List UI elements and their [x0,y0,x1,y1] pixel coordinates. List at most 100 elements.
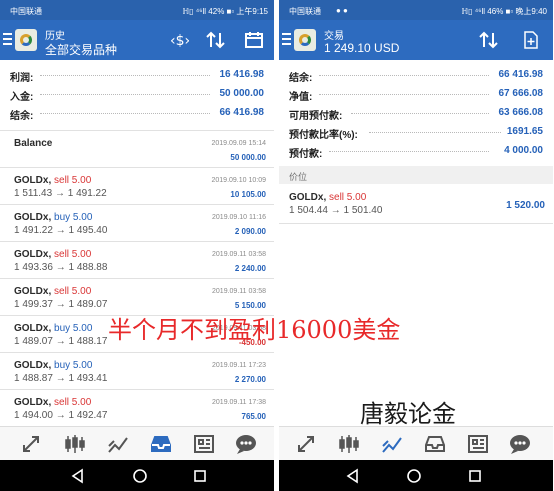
chat-icon[interactable] [234,433,258,455]
deal-symbol: GOLDx, [14,175,52,186]
bottom-tab-bar [279,426,553,460]
position-profit: 1 520.00 [506,200,545,211]
status-indicators: ℍ▯ ⁴⁶ll 46% ■▫ 晚上9:40 [461,7,547,16]
positions-section-header: 价位 [279,166,553,184]
summary-value: 66 416.98 [219,107,265,118]
chart-icon[interactable] [106,433,130,455]
summary-row-free-margin: 可用预付款: 63 666.08 [279,104,553,122]
bottom-tab-bar [0,426,274,460]
summary-value: 67 666.08 [498,88,544,99]
summary-value: 16 416.98 [219,69,265,80]
candlesticks-icon[interactable] [63,433,87,455]
deal-time: 2019.09.10 11:16 [212,214,266,221]
carrier-label: 中国联通 [289,7,321,16]
deal-symbol: GOLDx, [14,360,52,371]
summary-value: 4 000.00 [504,145,543,156]
arrows-icon[interactable] [295,433,319,455]
summary-row-profit: 利润: 16 416.98 [0,66,274,84]
currency-switch-icon[interactable]: ‹$› [166,31,190,52]
home-icon[interactable] [404,466,424,486]
app-logo-icon [15,29,37,51]
status-bar: 中国联通 ● ● ℍ▯ ⁴⁶ll 46% ■▫ 晚上9:40 [279,0,553,20]
inbox-icon[interactable] [423,433,447,455]
deal-symbol: GOLDx, [14,397,52,408]
deal-amount: 50 000.00 [230,153,266,162]
calendar-icon[interactable] [242,31,266,52]
menu-icon[interactable] [3,33,12,45]
sort-icon[interactable] [477,31,501,52]
news-icon[interactable] [466,433,490,455]
deal-symbol: GOLDx, [14,286,52,297]
deal-prices: 1 491.22 → 1 495.40 [14,225,108,236]
deal-side: sell 5.00 [54,397,92,408]
summary-label: 净值: [289,92,313,103]
app-header: 历史 全部交易品种 ‹$› [0,20,274,60]
deal-time: 2019.09.11 03:58 [212,288,266,295]
status-bar: 中国联通 ℍ▯ ⁴⁶ll 42% ■▫ 上午9:15 [0,0,274,20]
balance-row[interactable]: Balance 2019.09.09 15:14 50 000.00 [0,130,274,167]
home-icon[interactable] [130,466,150,486]
header-equity: 1 249.10 USD [324,41,400,55]
history-screen: 中国联通 ℍ▯ ⁴⁶ll 42% ■▫ 上午9:15 历史 全部交易品种 ‹$›… [0,0,274,491]
arrows-icon[interactable] [20,433,44,455]
deal-prices: 1 511.43 → 1 491.22 [14,188,107,199]
deal-prices: 1 499.37 → 1 489.07 [14,299,108,310]
deal-side: sell 5.00 [54,249,92,260]
app-header: 交易 1 249.10 USD [279,20,553,60]
summary-label: 结余: [10,111,34,122]
deal-time: 2019.09.10 10:09 [211,177,267,184]
deal-side: sell 5.00 [54,286,92,297]
deal-row[interactable]: GOLDx, sell 5.00 1 494.00 → 1 492.47 201… [0,389,274,426]
android-nav-bar [279,460,553,491]
summary-label: 结余: [289,73,313,84]
deal-symbol: GOLDx, [14,249,52,260]
summary-row-balance: 结余: 66 416.98 [279,66,553,84]
sort-icon[interactable] [204,31,228,52]
deal-symbol: GOLDx, [14,212,52,223]
deal-time: 2019.09.11 03:58 [212,251,266,258]
status-indicators: ℍ▯ ⁴⁶ll 42% ■▫ 上午9:15 [182,7,268,16]
deal-time: 2019.09.11 17:38 [212,399,266,406]
inbox-icon[interactable] [149,433,173,455]
deal-prices: 1 489.07 → 1 488.17 [14,336,108,347]
chat-icon[interactable] [508,433,532,455]
profit-caption-overlay: 半个月不到盈利16000美金 [108,316,401,344]
summary-label: 可用预付款: [289,111,343,122]
menu-icon[interactable] [282,33,291,45]
deal-side: sell 5.00 [54,175,92,186]
deal-time: 2019.09.11 17:23 [212,362,266,369]
summary-value: 50 000.00 [219,88,265,99]
deal-row[interactable]: GOLDx, sell 5.00 1 511.43 → 1 491.22 201… [0,167,274,204]
deal-time: 2019.09.09 15:14 [211,140,267,147]
summary-label: 利润: [10,73,34,84]
position-symbol: GOLDx, [289,192,327,203]
news-icon[interactable] [192,433,216,455]
back-icon[interactable] [68,466,88,486]
section-title: 价位 [289,172,308,182]
position-row[interactable]: GOLDx, sell 5.00 1 504.44 → 1 501.40 1 5… [279,186,553,224]
deal-profit: 2 270.00 [234,375,266,384]
deal-profit: 10 105.00 [230,190,266,199]
deal-side: buy 5.00 [54,323,93,334]
deal-row[interactable]: GOLDx, buy 5.00 1 491.22 → 1 495.40 2019… [0,204,274,241]
deal-profit: 5 150.00 [234,301,266,310]
deal-prices: 1 488.87 → 1 493.41 [14,373,108,384]
add-order-icon[interactable] [519,31,543,52]
deal-side: buy 5.00 [54,212,93,223]
summary-row-balance: 结余: 66 416.98 [0,104,274,122]
deal-row[interactable]: GOLDx, buy 5.00 1 488.87 → 1 493.41 2019… [0,352,274,389]
header-title: 历史 [45,31,65,42]
symbol-filter[interactable]: 全部交易品种 [45,41,117,58]
summary-row-margin-level: 预付款比率(%): 1691.65 [279,123,553,141]
deal-profit: 2 240.00 [234,264,266,273]
notification-icons: ● ● [336,6,348,15]
recents-icon[interactable] [465,466,485,486]
recents-icon[interactable] [190,466,210,486]
summary-label: 预付款比率(%): [289,130,358,141]
chart-icon[interactable] [380,433,404,455]
back-icon[interactable] [343,466,363,486]
candlesticks-icon[interactable] [337,433,361,455]
deal-row[interactable]: GOLDx, sell 5.00 1 493.36 → 1 488.88 201… [0,241,274,278]
summary-label: 入金: [10,92,34,103]
deal-side: buy 5.00 [54,360,93,371]
